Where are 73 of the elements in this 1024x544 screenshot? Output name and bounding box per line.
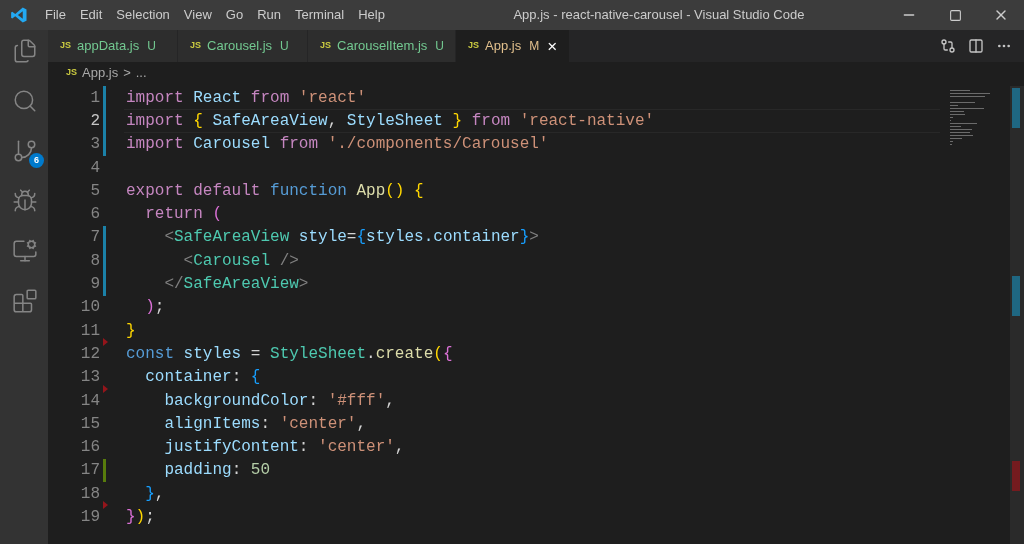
editor-tab[interactable]: JS appData.js U (48, 30, 178, 62)
code-line: </SafeAreaView> (163, 274, 309, 296)
javascript-file-icon: JS (190, 39, 201, 53)
javascript-file-icon: JS (60, 39, 71, 53)
code-line: import Carousel from './components/Carousel' (126, 134, 549, 156)
line-number: 18 (79, 483, 100, 505)
code-line: <SafeAreaView style={styles.container}> (163, 227, 539, 249)
editor-tab[interactable]: JS CarouselItem.js U (308, 30, 456, 62)
code-line: }, (144, 483, 165, 505)
javascript-file-icon: JS (66, 66, 77, 80)
code-line: <Carousel /> (182, 250, 299, 272)
line-number: 8 (89, 250, 100, 272)
code-line: alignItems: 'center', (163, 413, 367, 435)
code-line: import { SafeAreaView, StyleSheet } from 'react-native' (126, 110, 655, 132)
tab-label: Carousel.js (207, 37, 273, 56)
menu-item[interactable]: Terminal (288, 5, 352, 25)
file-status: U (147, 38, 156, 55)
code-line: justifyContent: 'center', (163, 437, 405, 459)
app-logo-icon (10, 6, 28, 24)
code-line: container: { (144, 367, 261, 389)
line-number: 10 (79, 297, 100, 319)
line-number: 3 (89, 134, 100, 156)
menu-item[interactable]: Go (218, 5, 251, 25)
line-number: 1 (89, 87, 100, 109)
line-number: 13 (79, 367, 100, 389)
line-number: 7 (89, 227, 100, 249)
breadcrumb-item[interactable]: App.js (82, 63, 119, 83)
line-number: 5 (89, 180, 100, 202)
line-number: 9 (89, 274, 100, 296)
compare-icon[interactable] (940, 38, 956, 54)
code-line: padding: 50 (163, 460, 271, 482)
file-status: U (280, 38, 289, 55)
minimap (950, 90, 992, 145)
tab-label: appData.js (77, 37, 140, 56)
code-line: } (126, 320, 136, 342)
code-line: ); (144, 297, 165, 319)
line-number: 17 (79, 460, 100, 482)
notification-badge: 6 (29, 153, 44, 168)
line-number: 6 (89, 204, 100, 226)
line-number: 15 (79, 413, 100, 435)
code-line: return ( (144, 204, 223, 226)
code-line: }); (126, 507, 155, 528)
line-number: 19 (79, 507, 100, 528)
code-line: backgroundColor: '#fff', (163, 390, 395, 412)
line-number: 12 (79, 343, 100, 365)
code-line: export default function App() { (126, 180, 424, 202)
line-number: 2 (89, 110, 100, 132)
maximize-icon[interactable] (948, 8, 962, 22)
menu-item[interactable]: File (38, 5, 73, 25)
tab-label: App.js (485, 37, 522, 56)
code-line: import React from 'react' (126, 87, 367, 109)
tab-label: CarouselItem.js (337, 37, 428, 56)
menu-item[interactable]: View (176, 5, 219, 25)
menu-item[interactable]: Run (250, 5, 288, 25)
breadcrumb-separator: > (123, 64, 131, 83)
menu-item[interactable]: Selection (109, 5, 177, 25)
close-tab-button[interactable]: × (547, 37, 558, 55)
editor-tab[interactable]: JS App.js M × (456, 30, 571, 62)
line-number: 14 (79, 390, 100, 412)
menu-item[interactable]: Help (351, 5, 392, 25)
editor-tab[interactable]: JS Carousel.js U (178, 30, 308, 62)
javascript-file-icon: JS (468, 39, 479, 53)
file-status: M (529, 38, 540, 55)
menu-item[interactable]: Edit (72, 5, 110, 25)
breadcrumb-item[interactable]: ... (135, 63, 147, 83)
code-line: const styles = StyleSheet.create({ (126, 343, 453, 365)
file-status: U (435, 38, 444, 55)
line-number: 4 (89, 157, 100, 179)
line-number: 16 (79, 437, 100, 459)
split-editor-icon[interactable] (968, 38, 984, 54)
line-number: 11 (79, 320, 100, 342)
javascript-file-icon: JS (320, 39, 331, 53)
window-title: App.js - react-native-carousel - Visual Studio Code (512, 6, 806, 25)
